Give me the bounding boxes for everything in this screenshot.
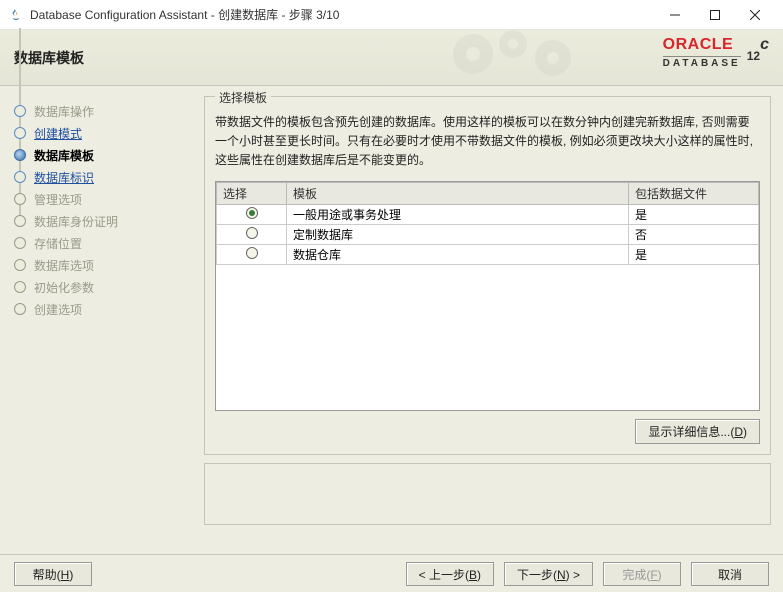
wizard-step[interactable]: 创建模式	[14, 122, 196, 144]
wizard-step-label: 数据库身份证明	[34, 213, 118, 230]
table-row[interactable]: 一般用途或事务处理是	[217, 204, 759, 224]
wizard-step: 管理选项	[14, 188, 196, 210]
next-button[interactable]: 下一步(N) >	[504, 562, 593, 586]
window-title: Database Configuration Assistant - 创建数据库…	[30, 6, 655, 23]
table-row[interactable]: 数据仓库是	[217, 244, 759, 264]
template-name: 定制数据库	[287, 224, 629, 244]
wizard-step: 创建选项	[14, 298, 196, 320]
wizard-sidebar: 数据库操作创建模式数据库模板数据库标识管理选项数据库身份证明存储位置数据库选项初…	[0, 86, 196, 554]
maximize-button[interactable]	[695, 0, 735, 30]
wizard-step-label: 管理选项	[34, 191, 82, 208]
wizard-step-label: 数据库操作	[34, 103, 94, 120]
wizard-step-label: 创建选项	[34, 301, 82, 318]
minimize-button[interactable]	[655, 0, 695, 30]
java-icon	[8, 7, 24, 23]
wizard-step: 初始化参数	[14, 276, 196, 298]
footer: 帮助(H) < 上一步(B) 下一步(N) > 完成(F) 取消	[0, 554, 783, 592]
col-include: 包括数据文件	[629, 182, 759, 204]
wizard-step-label: 数据库选项	[34, 257, 94, 274]
template-radio[interactable]	[246, 247, 258, 259]
gears-decoration	[443, 24, 603, 87]
main-panel: 选择模板 带数据文件的模板包含预先创建的数据库。使用这样的模板可以在数分钟内创建…	[196, 86, 783, 554]
cancel-button[interactable]: 取消	[691, 562, 769, 586]
wizard-step: 存储位置	[14, 232, 196, 254]
wizard-step[interactable]: 数据库标识	[14, 166, 196, 188]
titlebar: Database Configuration Assistant - 创建数据库…	[0, 0, 783, 30]
template-table-wrap: 选择 模板 包括数据文件 一般用途或事务处理是定制数据库否数据仓库是	[215, 181, 760, 411]
template-radio[interactable]	[246, 207, 258, 219]
col-select: 选择	[217, 182, 287, 204]
template-include: 是	[629, 204, 759, 224]
help-button[interactable]: 帮助(H)	[14, 562, 92, 586]
wizard-step-label[interactable]: 数据库标识	[34, 169, 94, 186]
finish-button: 完成(F)	[603, 562, 681, 586]
wizard-step-label: 存储位置	[34, 235, 82, 252]
back-button[interactable]: < 上一步(B)	[406, 562, 494, 586]
wizard-step: 数据库模板	[14, 144, 196, 166]
template-include: 否	[629, 224, 759, 244]
page-title: 数据库模板	[14, 48, 84, 68]
template-table: 选择 模板 包括数据文件 一般用途或事务处理是定制数据库否数据仓库是	[216, 182, 759, 265]
wizard-step-label: 初始化参数	[34, 279, 94, 296]
brand-text: ORACLE	[663, 36, 741, 54]
template-name: 数据仓库	[287, 244, 629, 264]
close-button[interactable]	[735, 0, 775, 30]
group-title: 选择模板	[215, 89, 271, 106]
wizard-step: 数据库操作	[14, 100, 196, 122]
wizard-step-label[interactable]: 创建模式	[34, 125, 82, 142]
show-details-button[interactable]: 显示详细信息...(D)	[635, 419, 760, 444]
template-name: 一般用途或事务处理	[287, 204, 629, 224]
version-text: 12c	[747, 36, 769, 66]
message-box	[204, 463, 771, 525]
wizard-step-label: 数据库模板	[34, 147, 94, 164]
template-radio[interactable]	[246, 227, 258, 239]
wizard-step: 数据库选项	[14, 254, 196, 276]
brand-subtext: DATABASE	[663, 56, 741, 69]
oracle-logo: ORACLE DATABASE 12c	[663, 36, 769, 69]
wizard-step: 数据库身份证明	[14, 210, 196, 232]
template-include: 是	[629, 244, 759, 264]
template-group: 选择模板 带数据文件的模板包含预先创建的数据库。使用这样的模板可以在数分钟内创建…	[204, 96, 771, 455]
table-row[interactable]: 定制数据库否	[217, 224, 759, 244]
col-template: 模板	[287, 182, 629, 204]
header: 数据库模板 ORACLE DATABASE 12c	[0, 30, 783, 86]
description-text: 带数据文件的模板包含预先创建的数据库。使用这样的模板可以在数分钟内创建完新数据库…	[215, 113, 760, 171]
